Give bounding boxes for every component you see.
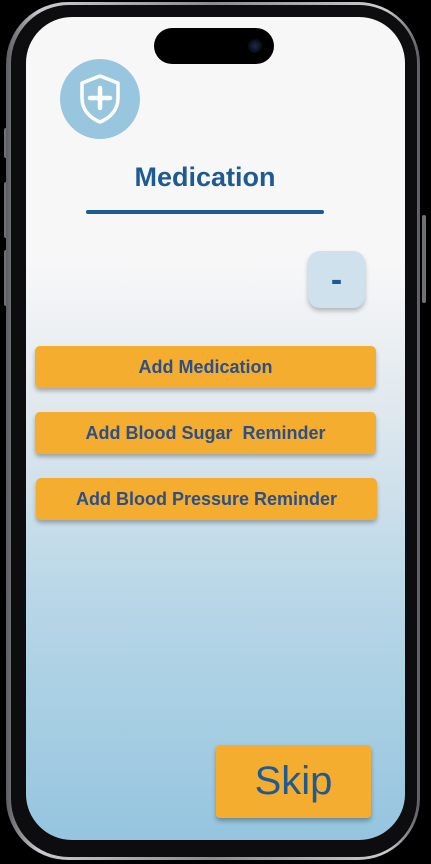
collapse-button[interactable]: - [308, 251, 365, 308]
add-medication-button[interactable]: Add Medication [35, 346, 376, 388]
shield-plus-icon [80, 74, 120, 124]
title-underline [86, 210, 324, 214]
add-blood-sugar-reminder-button[interactable]: Add Blood Sugar Reminder [35, 412, 376, 454]
app-logo [60, 59, 140, 139]
camera-icon [248, 39, 262, 53]
power-button [422, 215, 426, 303]
dynamic-island [154, 28, 274, 64]
add-blood-pressure-reminder-button[interactable]: Add Blood Pressure Reminder [36, 478, 377, 520]
page-title: Medication [134, 162, 276, 192]
app-screen: Medication - Add Medication Add Blood Su… [26, 17, 405, 840]
phone-mockup: Medication - Add Medication Add Blood Su… [0, 0, 431, 864]
skip-button[interactable]: Skip [216, 745, 371, 818]
